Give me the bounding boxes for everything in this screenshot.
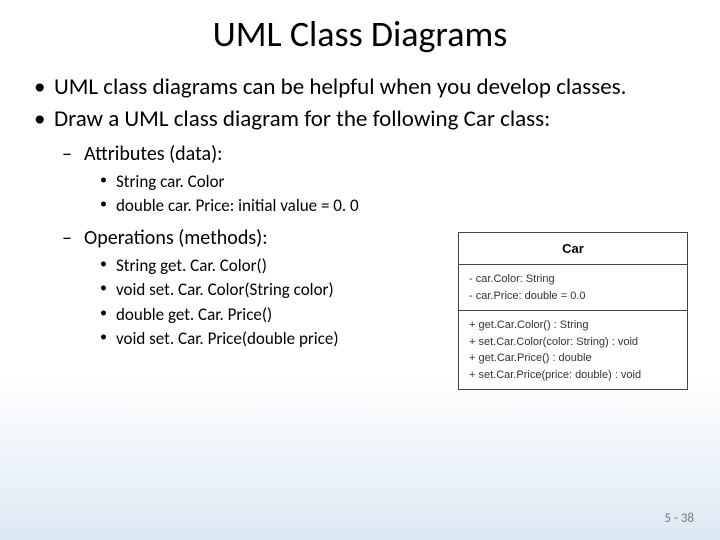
slide-title: UML Class Diagrams (0, 0, 720, 74)
uml-attributes-section: - car.Color: String - car.Price: double … (459, 265, 687, 311)
bullet-item: Draw a UML class diagram for the followi… (30, 106, 690, 134)
sub-bullet-item: String get. Car. Color() (30, 255, 470, 277)
sub-bullet-item: double car. Price: initial value = 0. 0 (30, 195, 470, 217)
uml-operation: + set.Car.Color(color: String) : void (469, 334, 677, 351)
uml-attribute: - car.Color: String (469, 271, 677, 288)
sub-bullet-item: void set. Car. Color(String color) (30, 279, 470, 301)
uml-class-name: Car (459, 233, 687, 265)
bullet-item: UML class diagrams can be helpful when y… (30, 74, 690, 102)
uml-operation: + set.Car.Price(price: double) : void (469, 367, 677, 384)
uml-operations-section: + get.Car.Color() : String + set.Car.Col… (459, 311, 687, 389)
sub-bullet-heading: Operations (methods): (30, 225, 470, 251)
uml-operation: + get.Car.Price() : double (469, 350, 677, 367)
uml-operation: + get.Car.Color() : String (469, 317, 677, 334)
uml-attribute: - car.Price: double = 0.0 (469, 288, 677, 305)
slide-number: 5 - 38 (664, 511, 694, 526)
sub-bullet-item: String car. Color (30, 171, 470, 193)
sub-bullet-heading: Attributes (data): (30, 141, 470, 167)
sub-bullet-item: double get. Car. Price() (30, 304, 470, 326)
sub-bullet-item: void set. Car. Price(double price) (30, 328, 470, 350)
uml-class-diagram: Car - car.Color: String - car.Price: dou… (458, 232, 688, 390)
